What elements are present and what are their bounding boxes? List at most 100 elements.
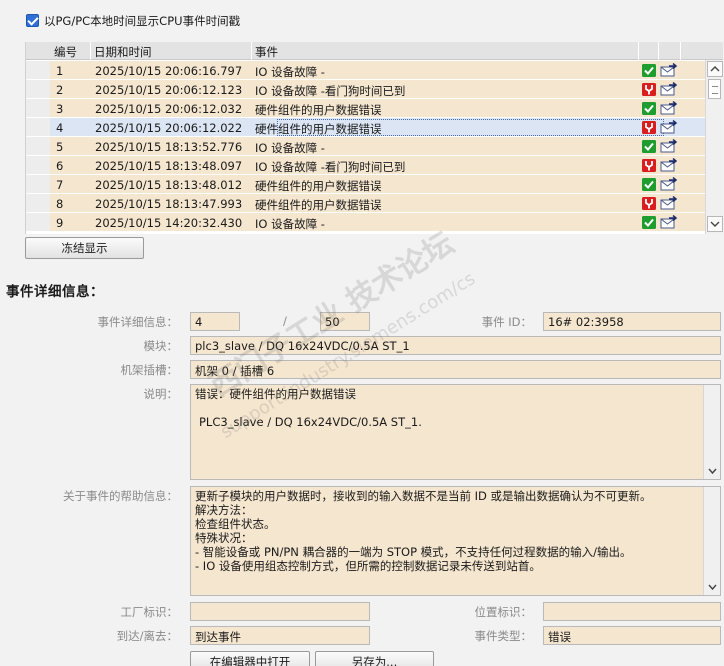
table-row[interactable]: 2 2025/10/15 20:06:12.123 IO 设备故障 -看门狗时间已到 [26, 80, 706, 99]
error-status-icon [642, 197, 656, 210]
table-row[interactable]: 9 2025/10/15 14:20:32.430 IO 设备故障 - [26, 213, 706, 232]
description-label: 说明： [143, 387, 179, 401]
row-selector[interactable] [26, 61, 50, 80]
table-row[interactable]: 6 2025/10/15 18:13:48.097 IO 设备故障 -看门狗时间已到 [26, 156, 706, 175]
row-selector[interactable] [26, 118, 50, 137]
arrive-leave-label: 到达/离去： [116, 629, 178, 643]
cell-no: 3 [56, 102, 64, 116]
event-type-label: 事件类型： [474, 629, 533, 643]
rack-slot-field: 机架 0 / 插槽 6 [190, 360, 721, 379]
help-scrollbar[interactable] [703, 487, 720, 595]
error-status-icon [642, 83, 656, 96]
event-type-field: 错误 [543, 626, 721, 645]
cell-datetime: 2025/10/15 14:20:32.430 [95, 216, 243, 230]
description-line: PLC3_slave / DQ 16x24VDC/0.5A ST_1. [199, 415, 422, 429]
row-selector[interactable] [26, 156, 50, 175]
module-label: 模块： [143, 339, 179, 353]
table-row[interactable]: 3 2025/10/15 20:06:12.032 硬件组件的用户数据错误 [26, 99, 706, 118]
row-body[interactable]: 9 2025/10/15 14:20:32.430 IO 设备故障 - [50, 213, 706, 232]
table-scrollbar[interactable] [705, 60, 723, 234]
ok-status-icon [642, 178, 656, 191]
cell-no: 6 [56, 159, 64, 173]
cell-event: IO 设备故障 - [255, 217, 325, 231]
cell-event: 硬件组件的用户数据错误 [255, 103, 382, 117]
table-row[interactable]: 5 2025/10/15 18:13:52.776 IO 设备故障 - [26, 137, 706, 156]
ok-status-icon [642, 102, 656, 115]
scroll-up-button[interactable] [707, 61, 723, 77]
column-header-no[interactable]: 编号 [54, 44, 77, 60]
mail-forward-icon[interactable] [660, 195, 678, 210]
chevron-down-icon [708, 468, 717, 475]
table-row[interactable]: 4 2025/10/15 20:06:12.022 硬件组件的用户数据错误 [26, 118, 706, 137]
cell-datetime: 2025/10/15 20:06:16.797 [95, 64, 243, 78]
save-as-button[interactable]: 另存为... [315, 651, 434, 666]
cell-no: 4 [56, 121, 64, 135]
mail-forward-icon[interactable] [660, 119, 678, 134]
help-line: 特殊状况： [195, 531, 253, 545]
location-id-label: 位置标识： [474, 605, 533, 619]
cell-datetime: 2025/10/15 20:06:12.123 [95, 83, 243, 97]
row-body[interactable]: 8 2025/10/15 18:13:47.993 硬件组件的用户数据错误 [50, 194, 706, 213]
error-status-icon [642, 121, 656, 134]
table-row[interactable]: 1 2025/10/15 20:06:16.797 IO 设备故障 - [26, 61, 706, 80]
row-selector[interactable] [26, 175, 50, 194]
help-line: 检查组件状态。 [195, 517, 276, 531]
ok-status-icon [642, 216, 656, 229]
cell-no: 8 [56, 197, 64, 211]
row-body[interactable]: 4 2025/10/15 20:06:12.022 硬件组件的用户数据错误 [50, 118, 706, 137]
row-selector[interactable] [26, 194, 50, 213]
cell-no: 5 [56, 140, 64, 154]
mail-forward-icon[interactable] [660, 176, 678, 191]
mail-forward-icon[interactable] [660, 100, 678, 115]
mail-forward-icon[interactable] [660, 81, 678, 96]
help-line: 解决方法： [195, 503, 253, 517]
row-body[interactable]: 5 2025/10/15 18:13:52.776 IO 设备故障 - [50, 137, 706, 156]
error-status-icon [642, 159, 656, 172]
row-body[interactable]: 3 2025/10/15 20:06:12.032 硬件组件的用户数据错误 [50, 99, 706, 118]
scroll-thumb[interactable] [708, 79, 721, 99]
mail-forward-icon[interactable] [660, 157, 678, 172]
location-id-field [543, 602, 721, 621]
row-selector[interactable] [26, 80, 50, 99]
chevron-up-icon [710, 66, 720, 72]
help-line: - 智能设备或 PN/PN 耦合器的一端为 STOP 模式，不支持任何过程数据的… [195, 545, 632, 559]
mail-forward-icon[interactable] [660, 62, 678, 77]
detail-total-field: 50 [320, 312, 370, 331]
row-body[interactable]: 7 2025/10/15 18:13:48.012 硬件组件的用户数据错误 [50, 175, 706, 194]
help-area[interactable]: 更新子模块的用户数据时，接收到的输入数据不是当前 ID 或是输出数据确认为不可更… [190, 486, 721, 596]
arrive-leave-field: 到达事件 [190, 626, 370, 645]
detail-index-field[interactable]: 4 [190, 312, 240, 331]
column-header-event[interactable]: 事件 [255, 44, 278, 60]
row-body[interactable]: 2 2025/10/15 20:06:12.123 IO 设备故障 -看门狗时间已到 [50, 80, 706, 99]
help-label: 关于事件的帮助信息： [63, 489, 178, 503]
row-body[interactable]: 1 2025/10/15 20:06:16.797 IO 设备故障 - [50, 61, 706, 80]
table-row[interactable]: 7 2025/10/15 18:13:48.012 硬件组件的用户数据错误 [26, 175, 706, 194]
description-line: 错误：硬件组件的用户数据错误 [195, 387, 356, 401]
mail-forward-icon[interactable] [660, 138, 678, 153]
cell-event: 硬件组件的用户数据错误 [255, 179, 382, 193]
cell-event: IO 设备故障 -看门狗时间已到 [255, 160, 406, 174]
row-body[interactable]: 6 2025/10/15 18:13:48.097 IO 设备故障 -看门狗时间已到 [50, 156, 706, 175]
row-selector[interactable] [26, 99, 50, 118]
ok-status-icon [642, 64, 656, 77]
cell-datetime: 2025/10/15 18:13:47.993 [95, 197, 243, 211]
cell-no: 9 [56, 216, 64, 230]
description-area[interactable]: 错误：硬件组件的用户数据错误 PLC3_slave / DQ 16x24VDC/0… [190, 384, 721, 480]
ok-status-icon [642, 140, 656, 153]
event-table: 编号 日期和时间 事件 1 2025/10/15 20:06:16.797 IO 设… [25, 42, 723, 234]
local-time-checkbox[interactable] [26, 14, 39, 27]
event-id-label: 事件 ID： [481, 315, 532, 329]
freeze-display-button[interactable]: 冻结显示 [25, 237, 144, 259]
help-line: - IO 设备使用组态控制方式，但所需的控制数据记录未传送到站首。 [195, 559, 541, 573]
chevron-down-icon [708, 584, 717, 591]
open-in-editor-button[interactable]: 在编辑器中打开 [190, 651, 310, 666]
table-row[interactable]: 8 2025/10/15 18:13:47.993 硬件组件的用户数据错误 [26, 194, 706, 213]
row-selector[interactable] [26, 213, 50, 232]
mail-forward-icon[interactable] [660, 214, 678, 229]
column-header-datetime[interactable]: 日期和时间 [94, 44, 152, 60]
description-scrollbar[interactable] [703, 385, 720, 479]
cell-event: 硬件组件的用户数据错误 [255, 198, 382, 212]
row-selector[interactable] [26, 137, 50, 156]
scroll-down-button[interactable] [707, 216, 723, 232]
help-line: 更新子模块的用户数据时，接收到的输入数据不是当前 ID 或是输出数据确认为不可更… [195, 489, 652, 503]
